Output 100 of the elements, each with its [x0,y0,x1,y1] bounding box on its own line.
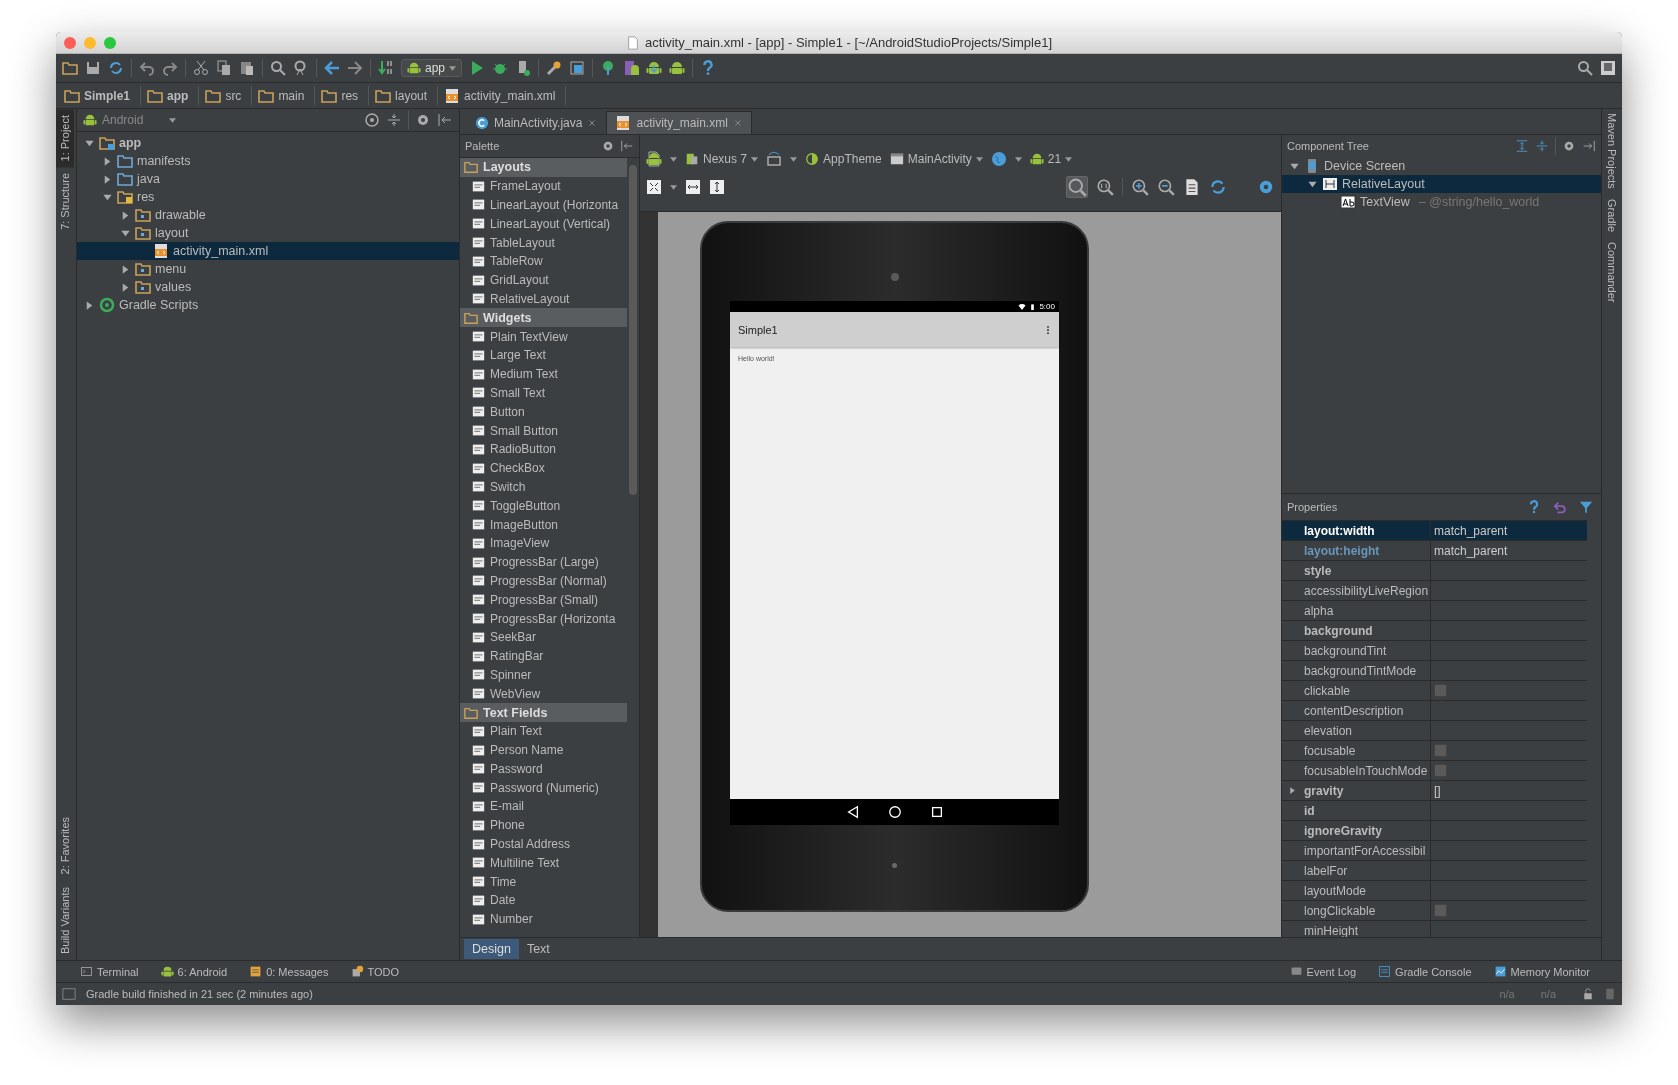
sdk-manager-icon[interactable] [646,60,663,76]
android-icon[interactable] [669,60,686,76]
property-row[interactable]: gravity [] [1282,781,1587,801]
search-icon[interactable] [270,60,286,76]
caret-icon[interactable] [975,156,983,162]
checkbox[interactable] [1434,764,1447,777]
editor-mode-tab[interactable]: Text [518,939,558,959]
zoom-out-icon[interactable] [1157,178,1175,196]
expand-all-icon[interactable] [1515,139,1529,153]
globe-icon[interactable] [990,151,1007,167]
palette-item[interactable]: FrameLayout [460,176,627,196]
palette-item[interactable]: TableRow [460,252,627,271]
fit-screen-icon[interactable] [646,179,662,195]
tool-window-tab[interactable]: 1: Project [56,109,74,168]
project-tree-row[interactable]: values [77,278,459,296]
component-tree-row[interactable]: Device Screen [1282,157,1601,175]
palette-item[interactable]: ProgressBar (Horizonta [460,609,627,628]
property-row[interactable]: style [1282,561,1587,581]
caret-icon[interactable] [670,156,677,162]
fill-height-icon[interactable] [709,179,725,195]
save-icon[interactable] [85,60,101,76]
breadcrumb[interactable]: app [145,86,200,105]
zoom-to-fit-button[interactable] [1066,176,1088,198]
property-row[interactable]: ignoreGravity [1282,821,1587,841]
search-icon[interactable] [1577,60,1593,76]
palette-item[interactable]: Multiline Text [460,853,627,873]
project-tree-row[interactable]: res [77,188,459,206]
property-row[interactable]: minHeight [1282,921,1587,937]
filter-icon[interactable] [1579,500,1593,514]
property-row[interactable]: backgroundTintMode [1282,661,1587,681]
palette-item[interactable]: Password [460,759,627,779]
forward-arrow-icon[interactable] [347,60,363,76]
project-tree-row[interactable]: app [77,134,459,152]
palette-item[interactable]: Button [460,402,627,422]
redo-icon[interactable] [162,60,178,76]
property-row[interactable]: clickable [1282,681,1587,701]
run-configuration-dropdown[interactable]: app [401,59,463,77]
palette-item[interactable]: ImageButton [460,515,627,534]
palette-item[interactable]: SeekBar [460,627,627,647]
device-config-icon[interactable] [646,151,662,167]
activity-dropdown[interactable]: MainActivity [889,152,983,166]
cut-icon[interactable] [193,60,209,76]
property-row[interactable]: contentDescription [1282,701,1587,721]
property-row[interactable]: layoutMode [1282,881,1587,901]
tool-window-button[interactable]: Memory Monitor [1493,965,1590,978]
tool-window-tab[interactable]: Commander [1606,241,1618,303]
palette-item[interactable]: TableLayout [460,233,627,252]
caret-icon[interactable] [449,65,457,71]
property-row[interactable]: focusableInTouchMode [1282,761,1587,781]
close-icon[interactable] [732,118,743,128]
palette-item[interactable]: Small Text [460,383,627,403]
zoom-in-icon[interactable] [1131,178,1149,196]
tool-window-button[interactable]: 0: Messages [249,965,329,978]
palette-item[interactable]: ImageView [460,533,627,553]
paste-icon[interactable] [239,60,255,76]
checkbox[interactable] [1434,904,1447,917]
tool-window-tab[interactable]: 2: Favorites [56,811,74,881]
palette-item[interactable]: RatingBar [460,646,627,666]
make-project-icon[interactable] [378,60,394,76]
checkbox[interactable] [1434,684,1447,697]
theme-dropdown[interactable]: AppTheme [805,152,882,166]
component-tree-row[interactable]: TextView – @string/hello_world [1282,193,1601,211]
breadcrumb[interactable]: src [203,86,253,105]
hide-panel-icon[interactable] [1582,139,1596,153]
palette-item[interactable]: Number [460,909,627,929]
tool-window-button[interactable]: Terminal [80,965,139,978]
target-icon[interactable] [364,112,380,128]
settings-icon[interactable] [1257,178,1275,196]
palette-item[interactable]: Switch [460,477,627,497]
project-tree-row[interactable]: Gradle Scripts [77,296,459,314]
palette-item[interactable]: GridLayout [460,270,627,290]
settings-icon[interactable] [601,139,615,153]
refresh-icon[interactable] [1209,178,1227,196]
back-arrow-icon[interactable] [324,60,340,76]
hide-panel-icon[interactable] [437,112,453,128]
palette-item[interactable]: Phone [460,815,627,835]
breadcrumb[interactable]: activity_main.xml [442,86,567,105]
help-icon[interactable] [1527,500,1541,514]
palette-item[interactable]: RelativeLayout [460,289,627,309]
palette-item[interactable]: Large Text [460,345,627,365]
project-view-dropdown[interactable]: Android [83,113,163,127]
property-row[interactable]: labelFor [1282,861,1587,881]
project-tree-row[interactable]: menu [77,260,459,278]
property-row[interactable]: layout:height match_parent [1282,541,1587,561]
palette-section[interactable]: Layouts [460,158,627,177]
project-tree-row[interactable]: layout [77,224,459,242]
project-tree-row[interactable]: drawable [77,206,459,224]
back-icon[interactable] [845,805,860,819]
actual-size-icon[interactable] [1096,178,1114,196]
project-tree-row[interactable]: java [77,170,459,188]
palette-item[interactable]: ProgressBar (Small) [460,590,627,610]
avd-manager-icon[interactable] [623,60,640,76]
property-row[interactable]: elevation [1282,721,1587,741]
caret-icon[interactable] [751,156,759,162]
breadcrumb[interactable]: Simple1 [62,86,142,105]
breadcrumb[interactable]: layout [373,86,439,105]
api-level-dropdown[interactable]: 21 [1029,152,1073,166]
settings-icon[interactable] [1562,139,1576,153]
tool-window-tab[interactable]: Maven Projects [1606,113,1618,189]
close-icon[interactable] [587,118,598,128]
